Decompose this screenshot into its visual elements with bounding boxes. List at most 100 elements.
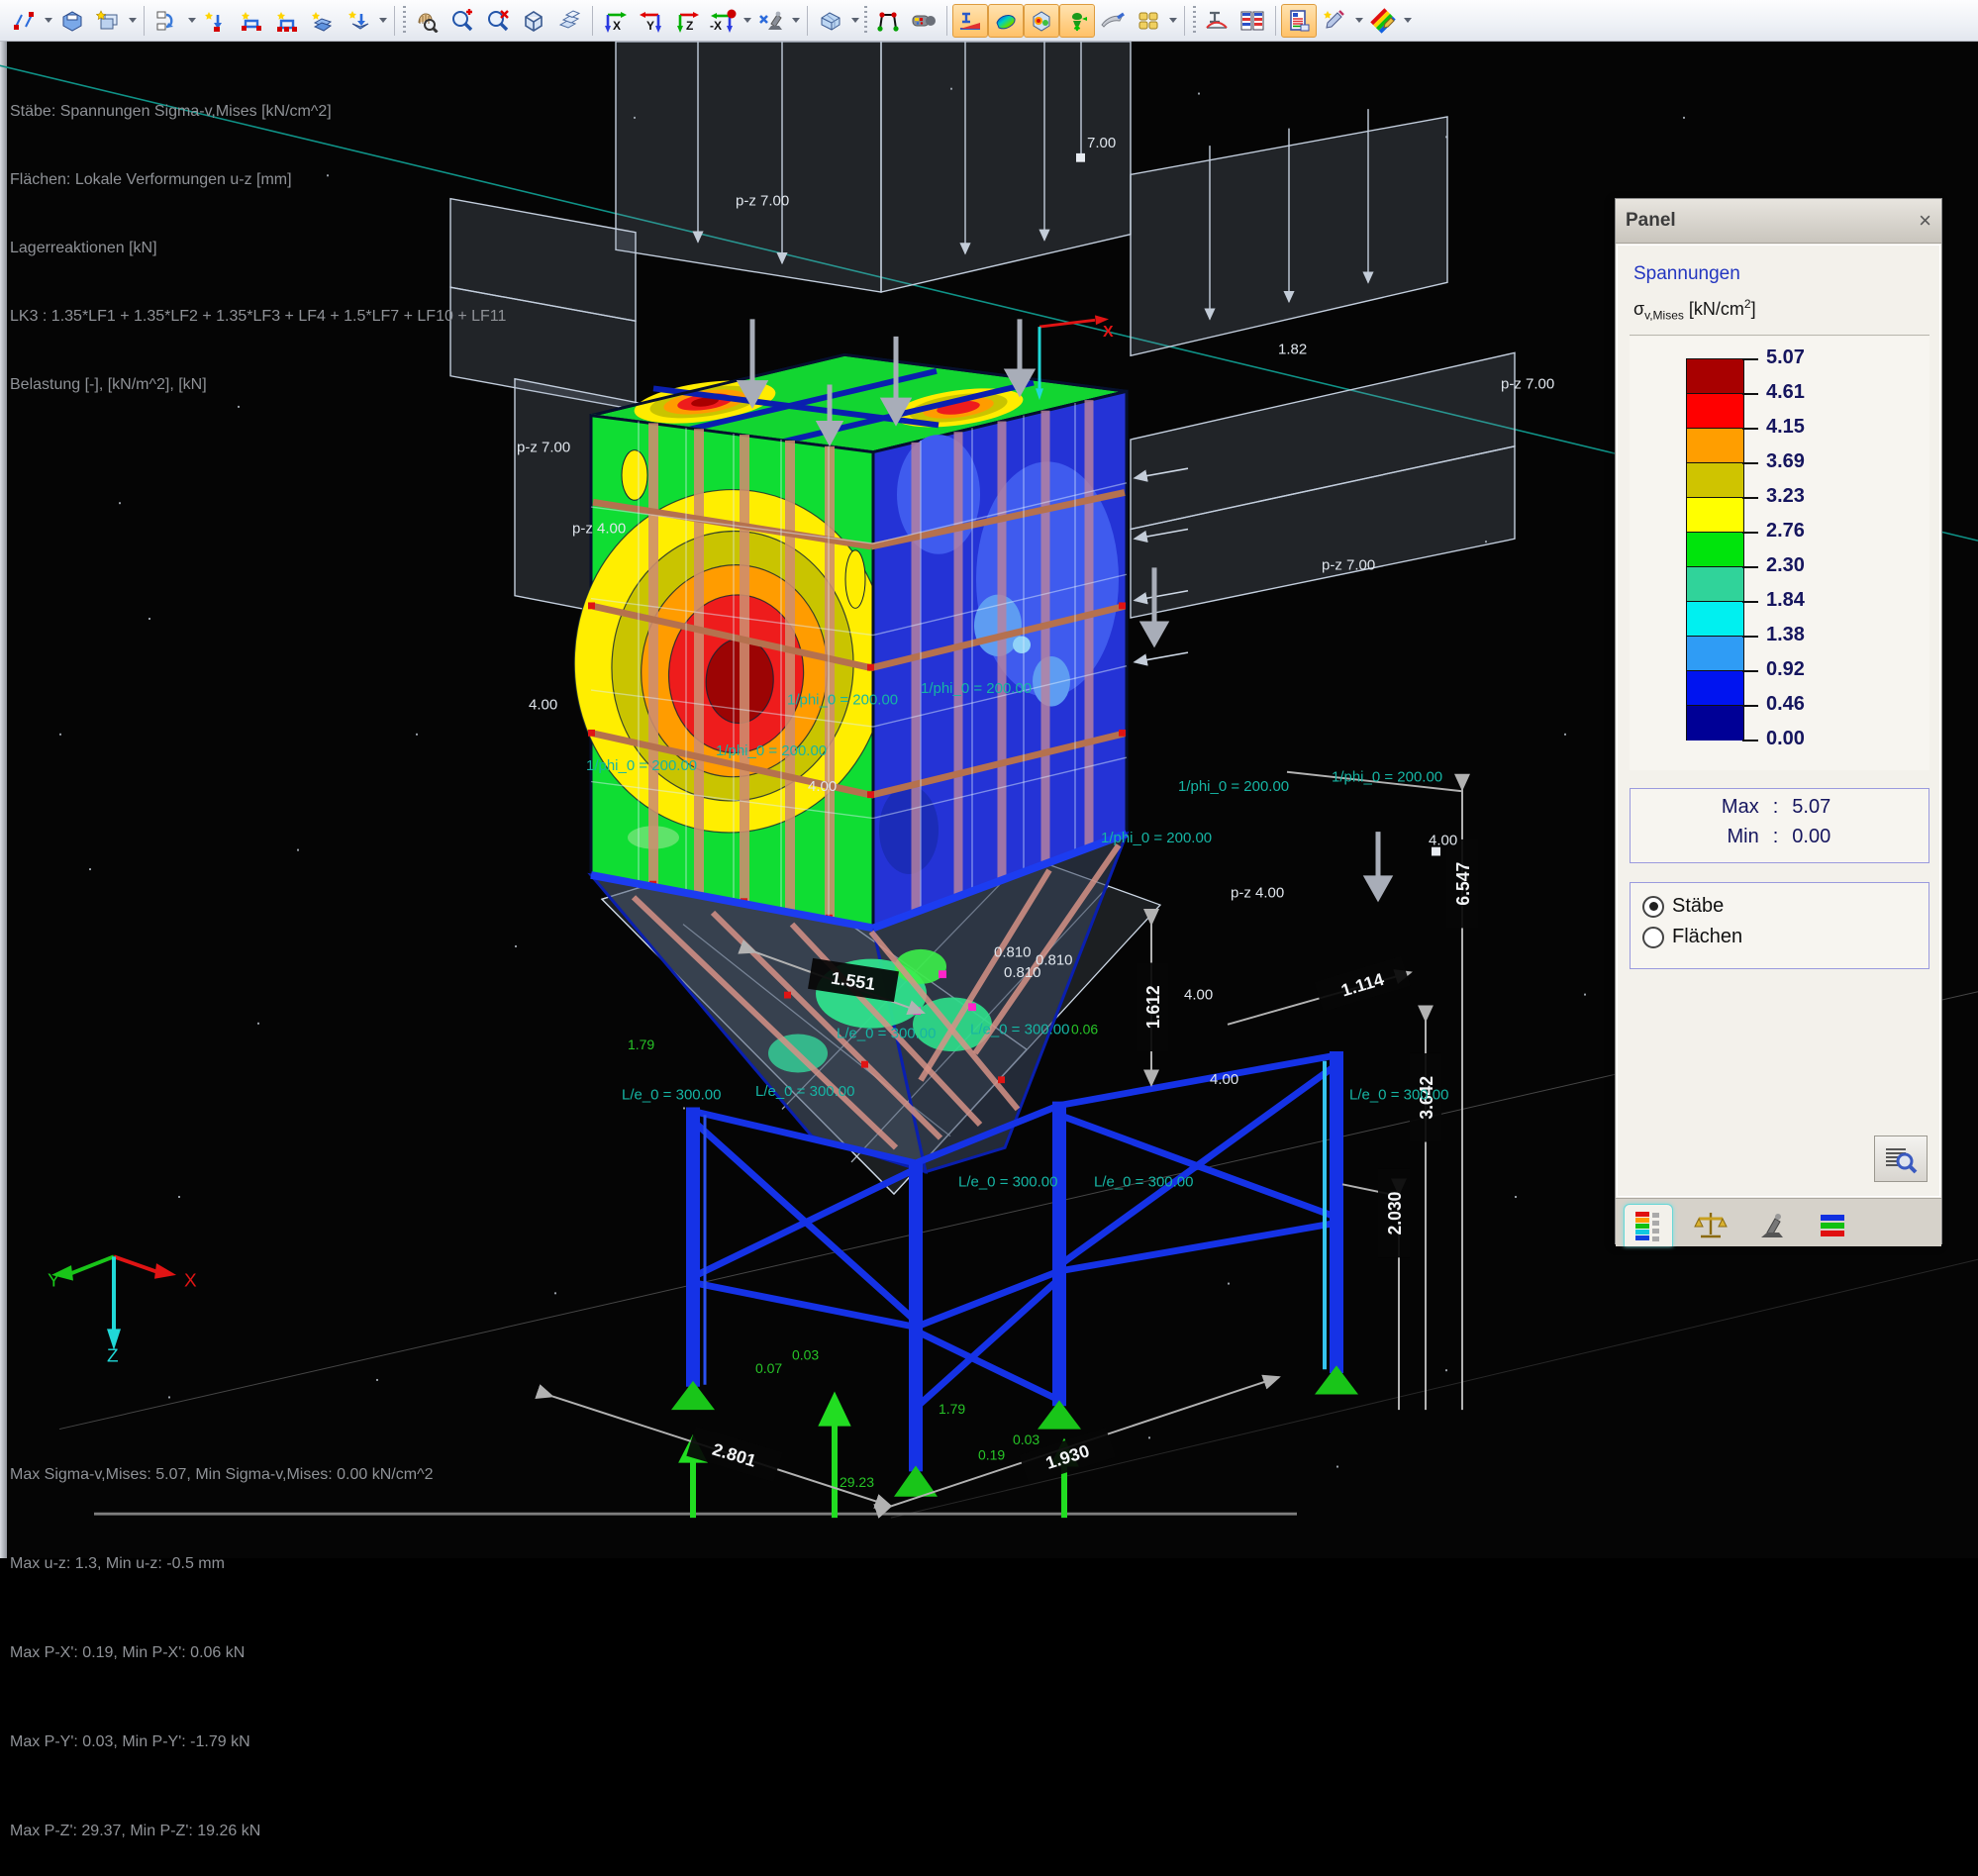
color-spectrum-icon[interactable] [1365,4,1401,38]
surface-load-icon[interactable] [305,4,341,38]
radio-unselected-icon [1642,927,1664,948]
zoom-out-icon[interactable] [480,4,516,38]
svg-text:L/e_0 = 300.00: L/e_0 = 300.00 [970,1023,1069,1038]
node-load-icon[interactable] [341,4,376,38]
svg-text:4.00: 4.00 [1184,988,1213,1004]
svg-text:p-z 7.00: p-z 7.00 [517,441,570,456]
legend-value: 2.76 [1766,520,1855,543]
convert-load-icon[interactable] [234,4,269,38]
radio-selected-icon [1642,896,1664,918]
legend-swatch [1686,705,1744,741]
svg-text:p-z 7.00: p-z 7.00 [1322,558,1375,574]
results-solids-icon[interactable] [1024,4,1059,38]
radio-flaechen[interactable]: Flächen [1642,926,1929,948]
new-model-caret[interactable] [126,4,139,38]
legend-value: 3.23 [1766,485,1855,508]
connect-members-icon[interactable] [149,4,185,38]
clipping-plane-icon[interactable] [813,4,848,38]
magnifier-lines-icon [1884,1144,1918,1174]
svg-text:-X: -X [710,19,722,33]
svg-text:Z: Z [107,1345,119,1366]
pan-zoom-icon[interactable] [409,4,445,38]
tab-factors[interactable] [1687,1205,1734,1246]
result-header-text: Stäbe: Spannungen Sigma-v,Mises [kN/cm^2… [10,54,506,419]
smooth-results-icon[interactable] [1095,4,1131,38]
node-load-caret[interactable] [376,4,389,38]
render-icon[interactable] [906,4,941,38]
svg-text:0.19: 0.19 [978,1447,1006,1463]
svg-text:1.79: 1.79 [628,1037,655,1052]
print-graphic-caret[interactable] [1352,4,1365,38]
support-reactions-icon[interactable] [1059,4,1095,38]
legend-swatch [1686,532,1744,567]
move-copy-icon[interactable] [6,4,42,38]
svg-text:0.07: 0.07 [755,1360,782,1376]
convert-load-2-icon[interactable] [269,4,305,38]
svg-text:2.030: 2.030 [1385,1192,1405,1235]
legend-value: 4.61 [1766,381,1855,404]
view-y-icon[interactable]: Y [634,4,669,38]
legend-swatch [1686,670,1744,706]
min-label: Min [1712,826,1759,848]
svg-text:Y: Y [646,19,654,33]
close-icon[interactable]: × [1919,211,1931,231]
work-plane-icon[interactable] [551,4,587,38]
move-copy-caret[interactable] [42,4,54,38]
new-model-icon[interactable] [90,4,126,38]
svg-text:0.03: 0.03 [792,1347,820,1363]
copy-block-icon[interactable] [54,4,90,38]
show-loads-icon[interactable] [870,4,906,38]
result-quantity-label: σv,Mises [kN/cm2] [1633,297,1756,323]
visibility-icon[interactable] [753,4,789,38]
svg-text:1/phi_0 = 200.00: 1/phi_0 = 200.00 [1178,779,1289,795]
result-diagram-icon[interactable] [1199,4,1235,38]
axis-x-top-label: X [1103,324,1114,341]
svg-text:7.00: 7.00 [1087,136,1116,151]
view-minus-x-icon[interactable]: -X [705,4,741,38]
view-x-icon[interactable]: X [598,4,634,38]
result-panel: Panel × Spannungen σv,Mises [kN/cm2] 5.0… [1615,198,1942,1244]
svg-text:1.612: 1.612 [1143,985,1163,1029]
zoom-in-icon[interactable] [445,4,480,38]
member-load-icon[interactable] [198,4,234,38]
visibility-caret[interactable] [789,4,802,38]
printout-report-icon[interactable] [1281,4,1317,38]
axis-triad: Y X Z [48,1256,197,1365]
results-surfaces-icon[interactable] [988,4,1024,38]
result-panels-icon[interactable] [1131,4,1166,38]
tab-display[interactable] [1810,1205,1857,1246]
svg-text:6.547: 6.547 [1453,862,1473,906]
connect-members-caret[interactable] [185,4,198,38]
panel-search-button[interactable] [1874,1135,1928,1182]
max-value: 5.07 [1792,796,1847,819]
svg-text:L/e_0 = 300.00: L/e_0 = 300.00 [755,1084,854,1100]
view-minus-x-caret[interactable] [741,4,753,38]
svg-text:1/phi_0 = 200.00: 1/phi_0 = 200.00 [787,693,898,709]
svg-text:Z: Z [686,19,693,33]
svg-text:0.810: 0.810 [1004,965,1041,981]
tab-filter[interactable] [1748,1205,1796,1246]
color-scale-legend: 5.07 4.61 4.15 3.69 3.23 2.76 2.30 1.84 … [1630,337,1929,770]
legend-swatch [1686,393,1744,429]
panel-section-title: Spannungen [1633,263,1740,285]
legend-swatch [1686,636,1744,671]
color-spectrum-caret[interactable] [1401,4,1414,38]
results-members-icon[interactable] [952,4,988,38]
isometric-view-icon[interactable] [516,4,551,38]
panel-titlebar[interactable]: Panel × [1616,199,1941,244]
svg-text:4.00: 4.00 [1210,1072,1238,1088]
print-graphic-icon[interactable] [1317,4,1352,38]
legend-value: 3.69 [1766,450,1855,473]
result-tables-icon[interactable] [1235,4,1270,38]
legend-value: 0.00 [1766,728,1855,750]
view-z-icon[interactable]: Z [669,4,705,38]
legend-swatch [1686,462,1744,498]
clipping-plane-caret[interactable] [848,4,861,38]
tab-color-scale[interactable] [1624,1204,1673,1246]
result-panels-caret[interactable] [1166,4,1179,38]
svg-text:4.00: 4.00 [529,698,557,714]
legend-swatch [1686,428,1744,463]
legend-swatch [1686,601,1744,637]
radio-staebe[interactable]: Stäbe [1642,895,1929,918]
svg-text:1/phi_0 = 200.00: 1/phi_0 = 200.00 [586,758,697,774]
